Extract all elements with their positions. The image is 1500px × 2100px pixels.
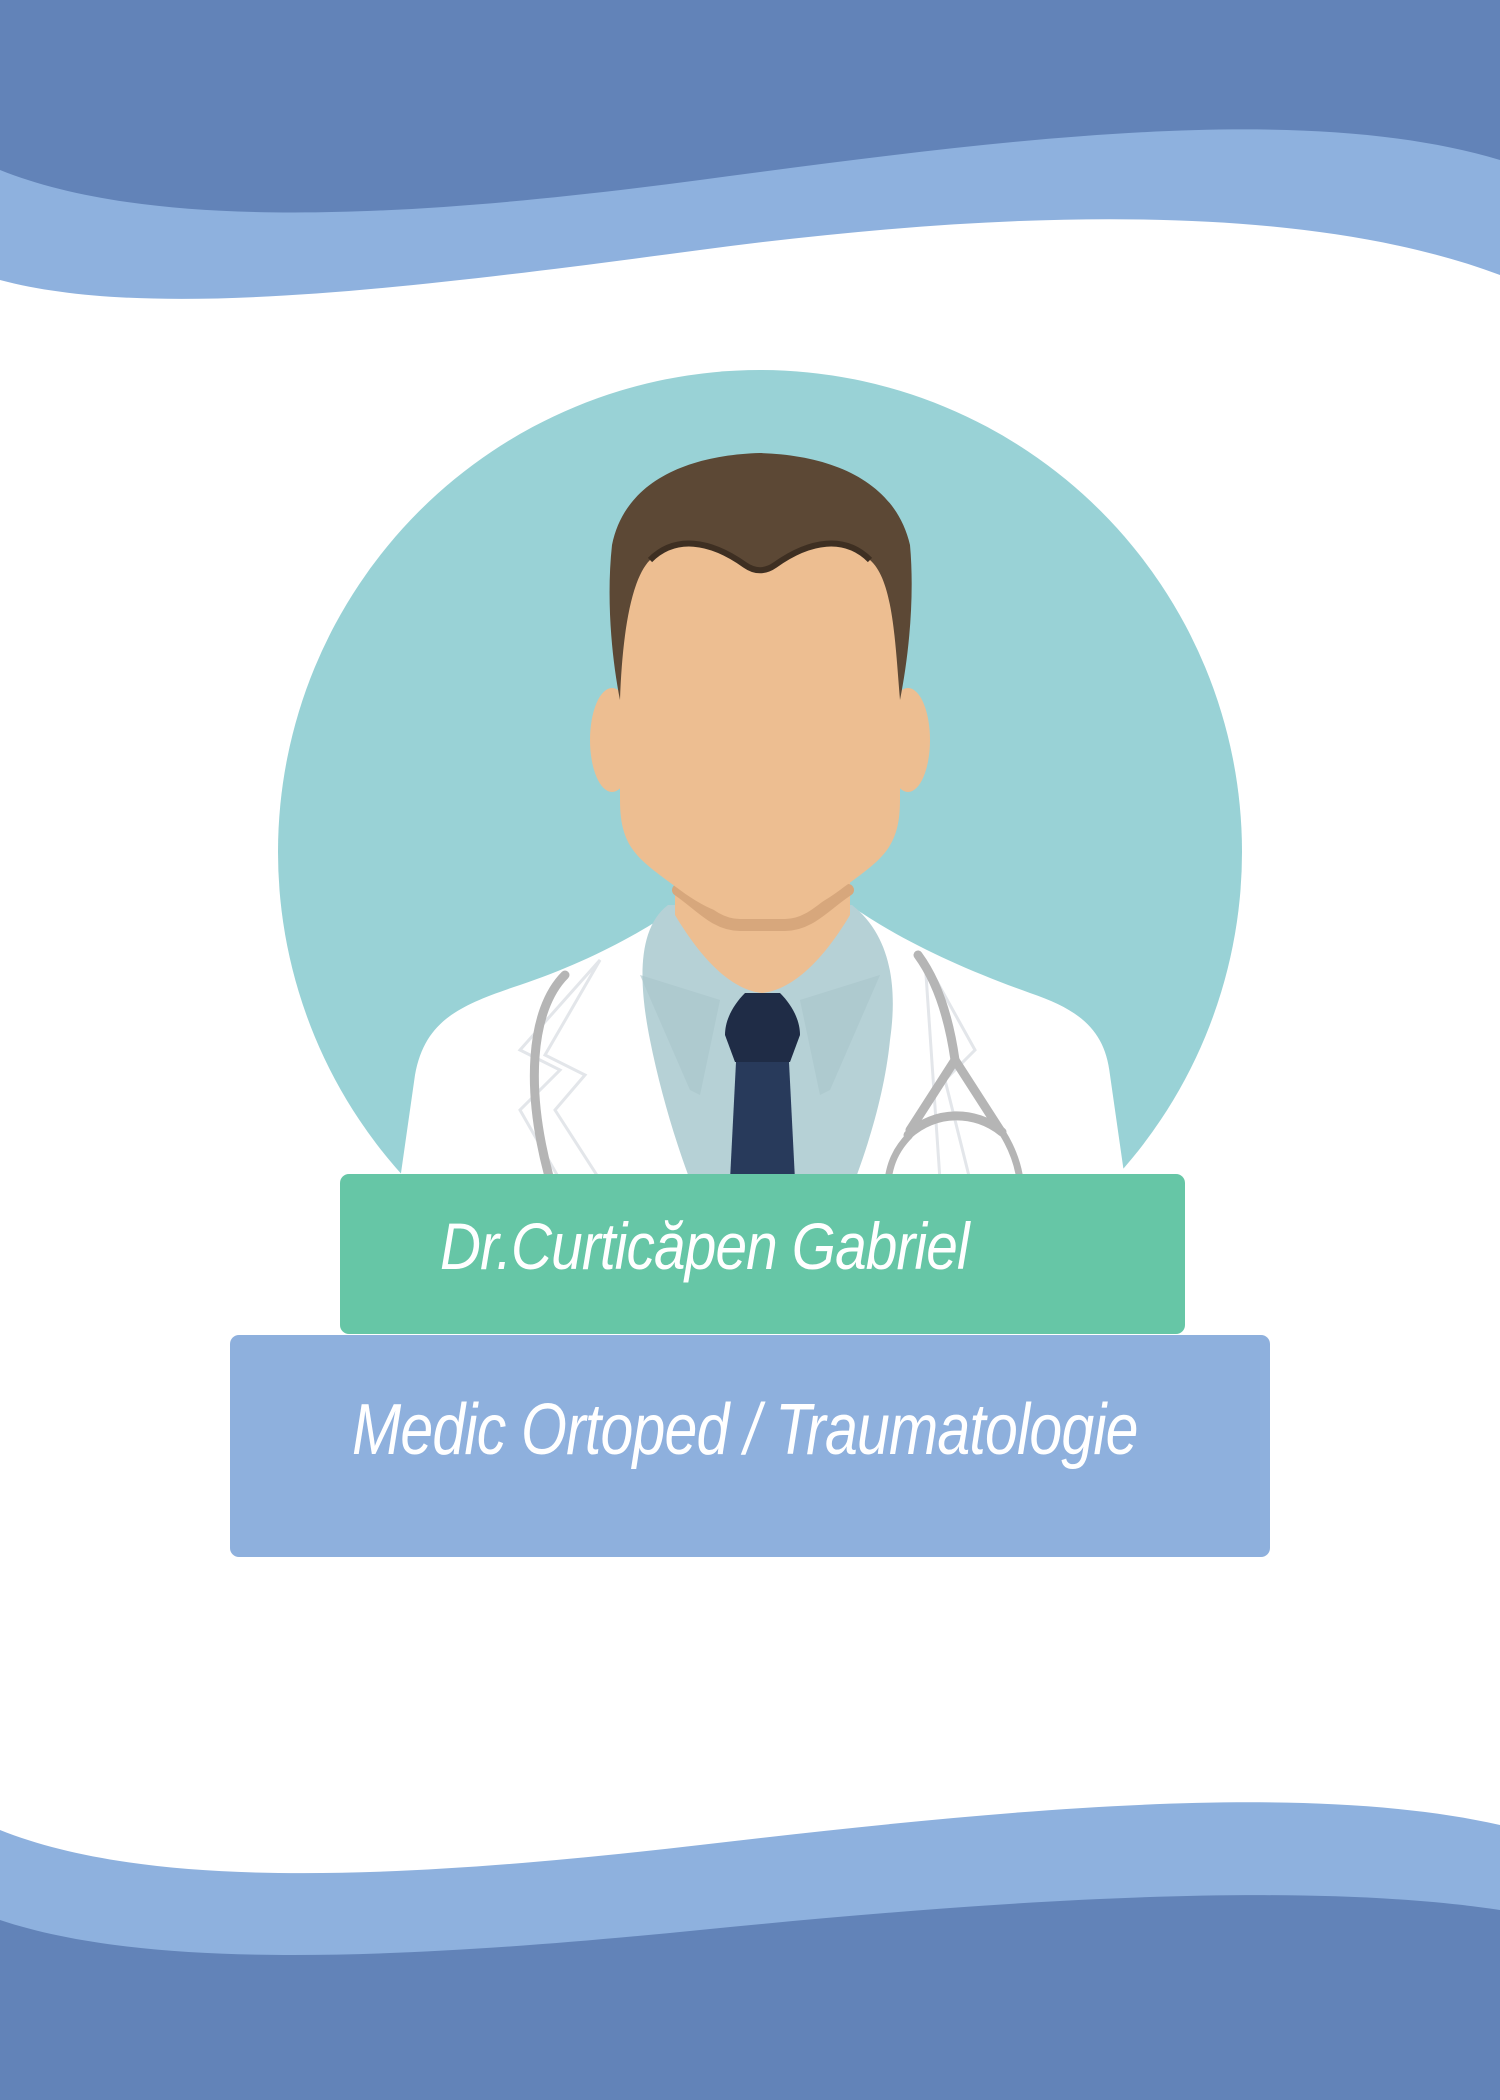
specialty-plate: Medic Ortoped / Traumatologie <box>230 1335 1270 1557</box>
doctor-avatar-illustration <box>278 370 1242 1200</box>
bottom-wave-decoration <box>0 1802 1500 2100</box>
doctor-specialty: Medic Ortoped / Traumatologie <box>352 1390 1138 1470</box>
doctor-name-plate: Dr.Curticăpen Gabriel <box>340 1174 1185 1334</box>
tie <box>725 993 800 1062</box>
doctor-name: Dr.Curticăpen Gabriel <box>440 1209 970 1283</box>
